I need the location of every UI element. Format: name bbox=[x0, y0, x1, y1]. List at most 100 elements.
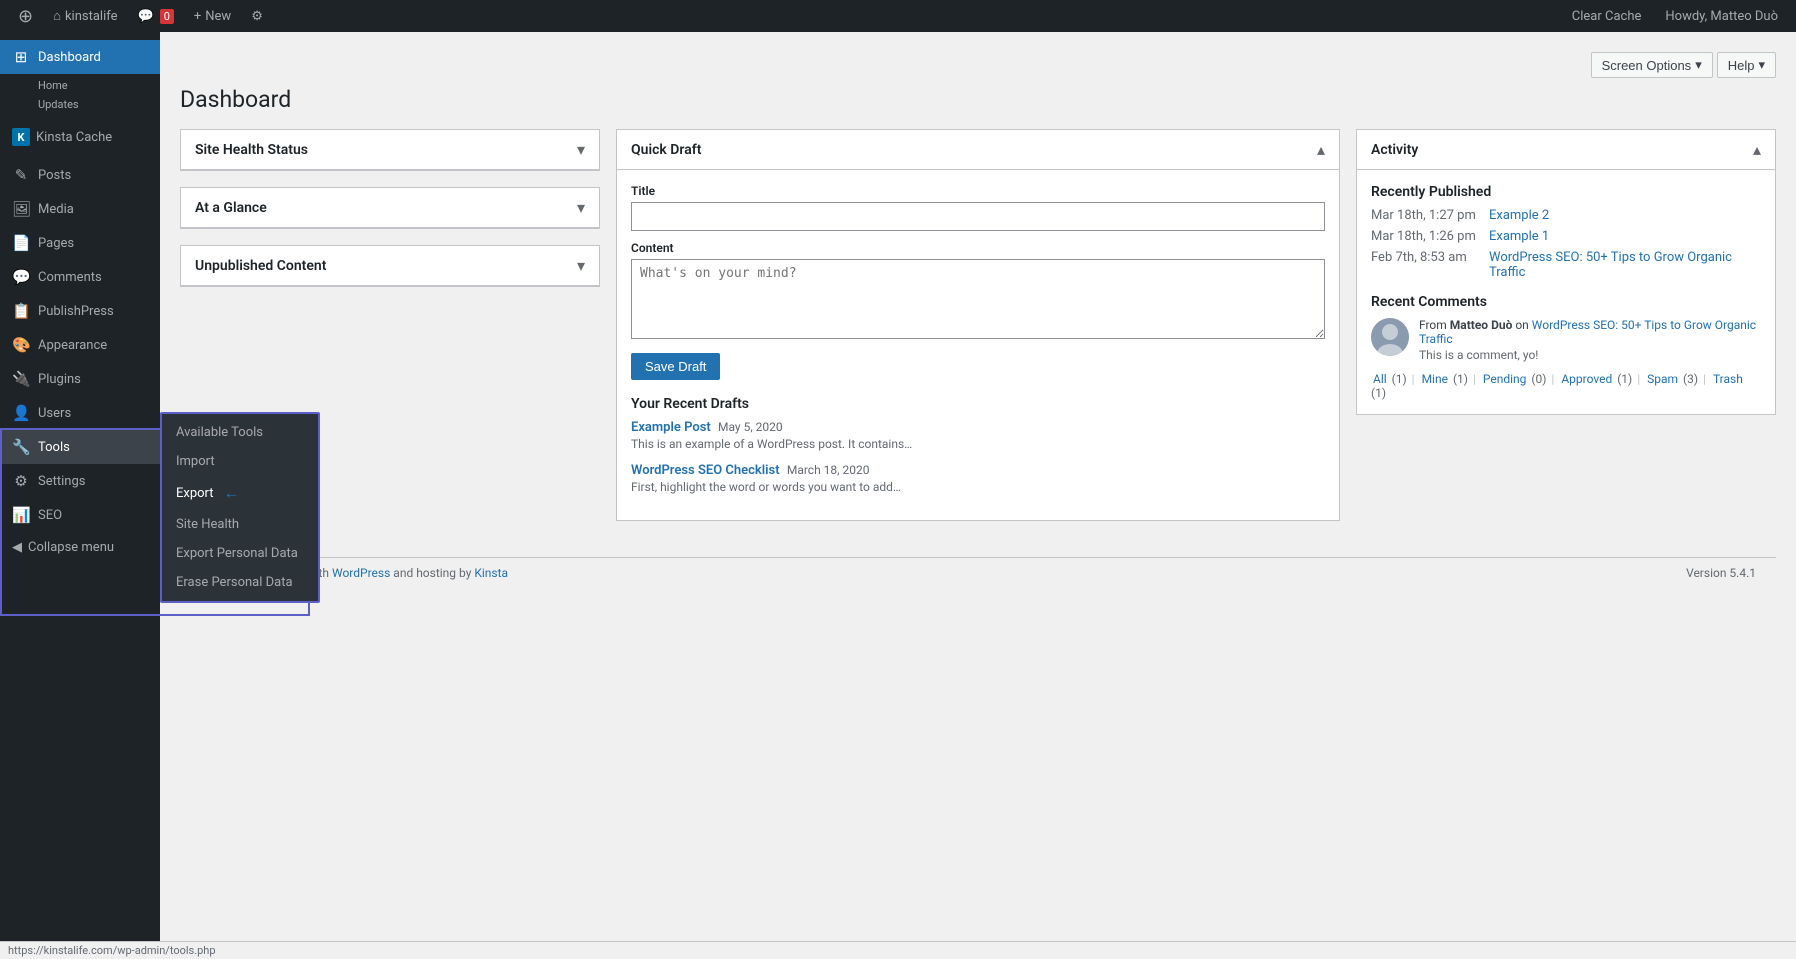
submenu-export-personal-data[interactable]: Export Personal Data bbox=[162, 539, 318, 568]
sidebar-item-pages[interactable]: 📄 Pages bbox=[0, 226, 160, 260]
draft-item-2: WordPress SEO Checklist March 18, 2020 F… bbox=[631, 463, 1325, 494]
quick-draft-header[interactable]: Quick Draft ▴ bbox=[617, 130, 1339, 170]
activity-link-1[interactable]: Example 2 bbox=[1489, 208, 1549, 223]
filter-all[interactable]: All bbox=[1373, 372, 1387, 386]
sep-1: | bbox=[1412, 372, 1415, 386]
kinsta-icon: K bbox=[12, 128, 30, 146]
filter-approved[interactable]: Approved bbox=[1561, 372, 1612, 386]
at-a-glance-header[interactable]: At a Glance ▾ bbox=[181, 188, 599, 228]
sep-2: | bbox=[1473, 372, 1476, 386]
at-a-glance-panel: At a Glance ▾ bbox=[180, 187, 600, 229]
save-draft-label: Save Draft bbox=[645, 359, 706, 374]
avatar bbox=[1371, 318, 1409, 356]
filter-spam[interactable]: Spam bbox=[1647, 372, 1678, 386]
sidebar-item-settings-label: Settings bbox=[38, 474, 148, 489]
filter-mine[interactable]: Mine bbox=[1422, 372, 1448, 386]
collapse-menu-button[interactable]: ◀ Collapse menu bbox=[0, 532, 160, 563]
sidebar-item-users-label: Users bbox=[38, 406, 148, 421]
sidebar-item-media[interactable]: 🖼 Media bbox=[0, 192, 160, 226]
help-button[interactable]: Help ▾ bbox=[1717, 52, 1776, 78]
kinsta-link[interactable]: Kinsta bbox=[474, 566, 508, 580]
sidebar-item-tools-label: Tools bbox=[38, 440, 148, 455]
statusbar-url: https://kinstalife.com/wp-admin/tools.ph… bbox=[8, 944, 216, 957]
sidebar-item-users[interactable]: 👤 Users bbox=[0, 396, 160, 430]
left-column: Site Health Status ▾ At a Glance ▾ Unpub… bbox=[180, 129, 600, 303]
site-name-icon: ⌂ bbox=[53, 8, 61, 24]
draft-link-2[interactable]: WordPress SEO Checklist bbox=[631, 463, 780, 478]
page-title: Dashboard bbox=[180, 86, 1776, 113]
activity-link-2[interactable]: Example 1 bbox=[1489, 229, 1549, 244]
sidebar-item-comments[interactable]: 💬 Comments bbox=[0, 260, 160, 294]
right-column: Activity ▴ Recently Published Mar 18th, … bbox=[1356, 129, 1776, 431]
new-label: New bbox=[205, 9, 231, 24]
sidebar-item-kinsta-cache[interactable]: K Kinsta Cache bbox=[0, 120, 160, 158]
settings-icon: ⚙ bbox=[12, 472, 30, 490]
sidebar-item-seo[interactable]: 📊 SEO bbox=[0, 498, 160, 532]
submenu-import[interactable]: Import bbox=[162, 447, 318, 476]
draft-link-1[interactable]: Example Post bbox=[631, 420, 711, 435]
import-label: Import bbox=[176, 454, 215, 469]
activity-date-3: Feb 7th, 8:53 am bbox=[1371, 250, 1481, 280]
unpublished-content-header[interactable]: Unpublished Content ▾ bbox=[181, 246, 599, 286]
submenu-site-health[interactable]: Site Health bbox=[162, 510, 318, 539]
sidebar-item-updates[interactable]: Updates bbox=[38, 95, 148, 114]
submenu-erase-personal-data[interactable]: Erase Personal Data bbox=[162, 568, 318, 597]
site-health-label: Site Health bbox=[176, 517, 239, 532]
draft-item-1: Example Post May 5, 2020 This is an exam… bbox=[631, 420, 1325, 451]
screen-options-button[interactable]: Screen Options ▾ bbox=[1591, 52, 1713, 78]
recently-published-title: Recently Published bbox=[1371, 184, 1761, 200]
activity-header[interactable]: Activity ▴ bbox=[1357, 130, 1775, 170]
sidebar-item-publishpress-label: PublishPress bbox=[38, 304, 148, 319]
erase-personal-data-label: Erase Personal Data bbox=[176, 575, 293, 590]
main-content: Screen Options ▾ Help ▾ Dashboard Site H… bbox=[160, 32, 1796, 959]
sidebar-item-appearance[interactable]: 🎨 Appearance bbox=[0, 328, 160, 362]
site-health-status-panel: Site Health Status ▾ bbox=[180, 129, 600, 171]
submenu-export[interactable]: Export ← bbox=[162, 476, 318, 510]
save-draft-button[interactable]: Save Draft bbox=[631, 353, 720, 380]
plugin-icon-item[interactable]: ⚙ bbox=[241, 0, 273, 32]
sidebar-item-dashboard[interactable]: ⊞ Dashboard bbox=[0, 40, 160, 74]
comments-filter: All (1) | Mine (1) | Pending (0) | Appro… bbox=[1371, 372, 1761, 400]
sidebar-item-dashboard-label: Dashboard bbox=[38, 50, 148, 65]
draft-date-2: March 18, 2020 bbox=[787, 463, 870, 477]
site-health-status-header[interactable]: Site Health Status ▾ bbox=[181, 130, 599, 170]
content-label: Content bbox=[631, 241, 1325, 255]
wp-logo-item[interactable]: ⊕ bbox=[8, 0, 43, 32]
activity-link-3[interactable]: WordPress SEO: 50+ Tips to Grow Organic … bbox=[1489, 250, 1761, 280]
howdy-label: Howdy, Matteo Duò bbox=[1665, 9, 1778, 24]
title-label: Title bbox=[631, 184, 1325, 198]
seo-icon: 📊 bbox=[12, 506, 30, 524]
sidebar-item-publishpress[interactable]: 📋 PublishPress bbox=[0, 294, 160, 328]
sidebar-item-settings[interactable]: ⚙ Settings bbox=[0, 464, 160, 498]
sidebar-item-tools[interactable]: 🔧 Tools bbox=[0, 430, 160, 464]
filter-trash[interactable]: Trash bbox=[1713, 372, 1743, 386]
clear-cache-button[interactable]: Clear Cache bbox=[1562, 0, 1652, 32]
quick-draft-title: Quick Draft bbox=[631, 142, 701, 158]
sidebar-item-appearance-label: Appearance bbox=[38, 338, 148, 353]
activity-item-1: Mar 18th, 1:27 pm Example 2 bbox=[1371, 208, 1761, 223]
sidebar-item-plugins[interactable]: 🔌 Plugins bbox=[0, 362, 160, 396]
content-textarea[interactable] bbox=[631, 259, 1325, 339]
sidebar-item-posts[interactable]: ✎ Posts bbox=[0, 158, 160, 192]
draft-excerpt-2: First, highlight the word or words you w… bbox=[631, 480, 1325, 494]
at-a-glance-toggle: ▾ bbox=[577, 198, 585, 217]
submenu-available-tools[interactable]: Available Tools bbox=[162, 418, 318, 447]
comments-count: 0 bbox=[160, 9, 174, 24]
wordpress-link[interactable]: WordPress bbox=[332, 566, 390, 580]
pages-icon: 📄 bbox=[12, 234, 30, 252]
site-name-item[interactable]: ⌂ kinstalife bbox=[43, 0, 127, 32]
chevron-down-icon-help: ▾ bbox=[1758, 57, 1765, 73]
unpublished-content-toggle: ▾ bbox=[577, 256, 585, 275]
title-input[interactable] bbox=[631, 202, 1325, 231]
draft-excerpt-1: This is an example of a WordPress post. … bbox=[631, 437, 1325, 451]
filter-pending[interactable]: Pending bbox=[1483, 372, 1527, 386]
sidebar-item-home[interactable]: Home bbox=[38, 76, 148, 95]
media-icon: 🖼 bbox=[12, 200, 30, 218]
unpublished-content-title: Unpublished Content bbox=[195, 258, 326, 274]
new-content-item[interactable]: + New bbox=[184, 0, 241, 32]
site-name-label: kinstalife bbox=[65, 9, 118, 24]
middle-column: Quick Draft ▴ Title Content Save Draft Y… bbox=[616, 129, 1340, 537]
howdy-item[interactable]: Howdy, Matteo Duò bbox=[1655, 0, 1788, 32]
comments-item[interactable]: 💬 0 bbox=[128, 0, 184, 32]
comment-body: This is a comment, yo! bbox=[1419, 348, 1761, 362]
